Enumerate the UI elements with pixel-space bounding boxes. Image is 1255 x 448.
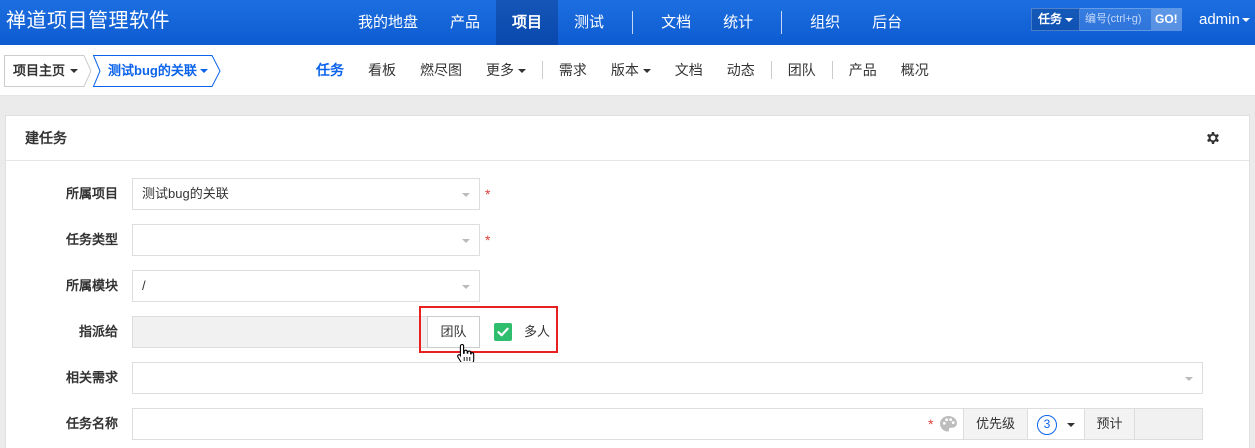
subnav-dynamic[interactable]: 动态 (715, 60, 767, 80)
chevron-down-icon (462, 193, 470, 197)
required-mark: * (485, 186, 491, 202)
task-name-input[interactable] (132, 408, 964, 440)
module-select-value: / (142, 278, 146, 293)
subnav-kanban[interactable]: 看板 (356, 60, 408, 80)
chevron-down-icon (1185, 377, 1193, 381)
subnav-burndown[interactable]: 燃尽图 (408, 60, 474, 80)
chevron-down-icon (200, 69, 208, 73)
color-palette-icon[interactable] (939, 415, 958, 433)
story-label: 相关需求 (65, 370, 118, 385)
task-type-label: 任务类型 (65, 232, 118, 247)
subnav-doc[interactable]: 文档 (663, 60, 715, 80)
search-type-select[interactable]: 任务 (1031, 8, 1081, 31)
search-type-label: 任务 (1038, 12, 1063, 26)
assign-to-field[interactable] (132, 316, 428, 348)
create-task-panel: 建任务 所属项目 测试bug的关联 * 任务类型 * 所属模块 / 指派给 团队… (5, 115, 1250, 448)
subnav-more-label: 更多 (486, 62, 514, 78)
chevron-down-icon (462, 239, 470, 243)
page-title: 建任务 (25, 130, 67, 146)
estimate-addon: 预计 (1084, 408, 1135, 440)
chevron-down-icon (462, 285, 470, 289)
estimate-input[interactable] (1134, 408, 1203, 440)
priority-addon: 优先级 (963, 408, 1028, 440)
main-nav-qa[interactable]: 测试 (558, 0, 620, 45)
top-navbar: 禅道项目管理软件 我的地盘 产品 项目 测试 文档 统计 组织 后台 任务 编号… (0, 0, 1255, 45)
main-nav-report[interactable]: 统计 (707, 0, 769, 45)
subnav-more[interactable]: 更多 (474, 60, 538, 80)
task-type-select[interactable] (132, 224, 480, 256)
subnav-task[interactable]: 任务 (304, 60, 356, 80)
main-nav-product[interactable]: 产品 (434, 0, 496, 45)
main-nav: 我的地盘 产品 项目 测试 文档 统计 组织 后台 (342, 0, 918, 45)
nav-divider (781, 11, 783, 34)
annotation-highlight-box (419, 306, 558, 353)
assign-to-label: 指派给 (78, 324, 118, 339)
subnav-product[interactable]: 产品 (837, 60, 889, 80)
nav-divider (632, 11, 634, 34)
subnav-build-label: 版本 (610, 62, 639, 78)
project-select-value: 测试bug的关联 (142, 186, 229, 201)
subnav-divider (541, 61, 543, 79)
story-select[interactable] (132, 362, 1203, 394)
panel-header: 建任务 (6, 116, 1249, 161)
breadcrumb-current-project[interactable]: 测试bug的关联 (93, 55, 221, 87)
chevron-down-icon (1241, 17, 1250, 22)
task-name-label: 任务名称 (65, 416, 118, 431)
priority-select[interactable]: 3 (1027, 408, 1085, 440)
search-go-button[interactable]: GO! (1151, 8, 1182, 31)
chevron-down-icon (1065, 17, 1074, 22)
user-name: admin (1199, 11, 1240, 28)
subnav-build[interactable]: 版本 (599, 60, 663, 80)
module-select[interactable]: / (132, 270, 480, 302)
subnav-story[interactable]: 需求 (547, 60, 599, 80)
main-nav-my[interactable]: 我的地盘 (342, 0, 434, 45)
subnav-team[interactable]: 团队 (776, 60, 828, 80)
project-select[interactable]: 测试bug的关联 (132, 178, 480, 210)
gear-icon[interactable] (1205, 130, 1221, 146)
project-label: 所属项目 (65, 186, 118, 201)
search-input[interactable]: 编号(ctrl+g) (1080, 8, 1152, 31)
main-nav-admin[interactable]: 后台 (856, 0, 918, 45)
global-search: 任务 编号(ctrl+g) GO! (1031, 8, 1182, 31)
breadcrumb-project-home[interactable]: 项目主页 (4, 55, 92, 87)
required-mark: * (928, 416, 934, 432)
module-label: 所属模块 (65, 278, 118, 293)
main-nav-project[interactable]: 项目 (496, 0, 559, 45)
chevron-down-icon (1067, 423, 1075, 427)
breadcrumb-home-label: 项目主页 (13, 63, 66, 78)
main-nav-doc[interactable]: 文档 (645, 0, 707, 45)
priority-value: 3 (1037, 415, 1057, 435)
user-menu[interactable]: admin (1199, 11, 1250, 28)
sub-navbar: 项目主页 测试bug的关联 任务 看板 燃尽图 更多 需求 版本 文档 动态 团… (0, 45, 1255, 96)
breadcrumb-current-label: 测试bug的关联 (108, 63, 197, 78)
app-brand[interactable]: 禅道项目管理软件 (6, 8, 170, 34)
subnav-divider (770, 61, 772, 79)
main-nav-company[interactable]: 组织 (794, 0, 856, 45)
chevron-down-icon (70, 69, 78, 73)
chevron-down-icon (517, 69, 526, 74)
subnav-divider (831, 61, 833, 79)
required-mark: * (485, 232, 491, 248)
project-sub-nav: 任务 看板 燃尽图 更多 需求 版本 文档 动态 团队 产品 概况 (304, 45, 941, 95)
chevron-down-icon (642, 69, 651, 74)
subnav-view[interactable]: 概况 (889, 60, 941, 80)
